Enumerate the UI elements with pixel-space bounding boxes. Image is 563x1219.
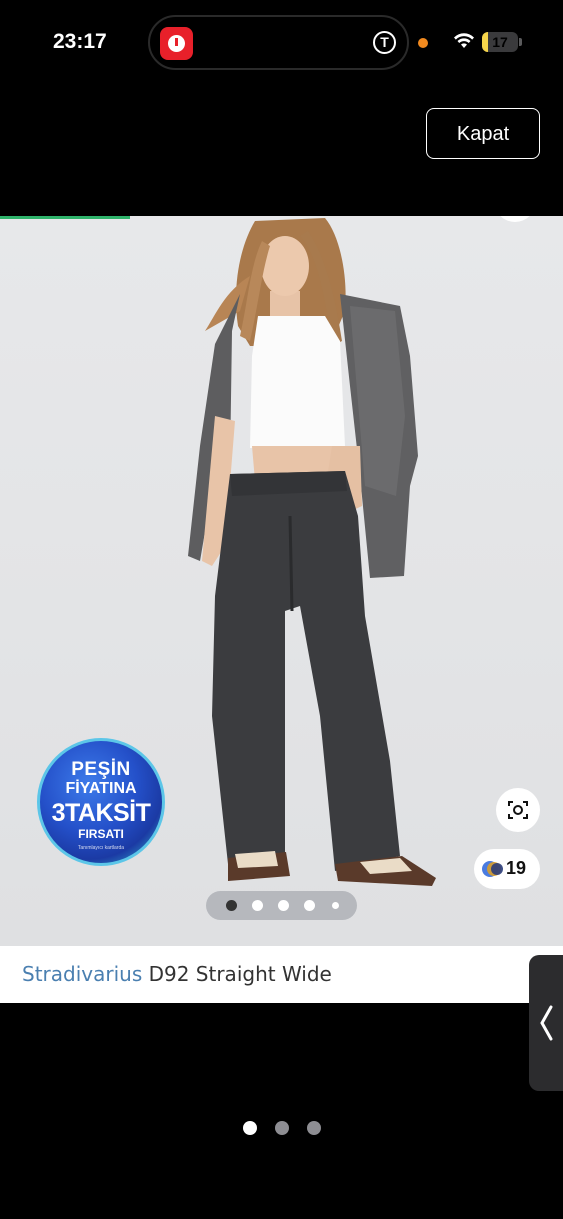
- page-dot[interactable]: [307, 1121, 321, 1135]
- side-drawer-handle[interactable]: [529, 955, 563, 1091]
- badge-line-3: 3TAKSİT: [51, 799, 151, 827]
- badge-line-1: PEŞİN: [71, 759, 131, 780]
- image-dot[interactable]: [252, 900, 263, 911]
- page-dot[interactable]: [243, 1121, 257, 1135]
- close-button[interactable]: Kapat: [426, 108, 540, 159]
- image-pager[interactable]: [206, 891, 357, 920]
- product-card[interactable]: PEŞİN FİYATINA 3TAKSİT FIRSATI Tanımlayı…: [0, 216, 563, 1003]
- orange-dot-icon: [418, 38, 428, 48]
- image-dot[interactable]: [332, 902, 339, 909]
- color-count: 19: [506, 858, 527, 878]
- battery-level: 17: [492, 34, 508, 50]
- battery-cap: [519, 38, 522, 46]
- status-time: 23:17: [53, 30, 107, 53]
- product-name: D92 Straight Wide: [148, 962, 332, 986]
- product-image[interactable]: PEŞİN FİYATINA 3TAKSİT FIRSATI Tanımlayı…: [0, 216, 563, 946]
- page-dot[interactable]: [275, 1121, 289, 1135]
- product-title-bar[interactable]: Stradivarius D92 Straight Wide: [0, 946, 563, 1003]
- scan-icon: [508, 801, 528, 819]
- wifi-icon: [454, 33, 474, 48]
- image-dot[interactable]: [304, 900, 315, 911]
- battery-icon: 17: [482, 32, 518, 52]
- visual-search-button[interactable]: [496, 788, 540, 832]
- promo-badge[interactable]: PEŞİN FİYATINA 3TAKSİT FIRSATI Tanımlayı…: [37, 738, 165, 866]
- color-options-button[interactable]: 19: [474, 849, 540, 889]
- badge-line-5: Tanımlayıcı kartlarda: [77, 845, 125, 851]
- dynamic-island[interactable]: T: [148, 15, 409, 70]
- image-dot[interactable]: [278, 900, 289, 911]
- badge-line-2: FİYATINA: [65, 780, 137, 797]
- chevron-left-icon: [540, 1005, 553, 1041]
- color-swatches-icon: [482, 861, 503, 877]
- product-title[interactable]: Stradivarius D92 Straight Wide: [22, 962, 332, 986]
- timer-app-icon[interactable]: [160, 27, 193, 60]
- image-dot[interactable]: [226, 900, 237, 911]
- brand-name[interactable]: Stradivarius: [22, 962, 142, 986]
- island-indicator: T: [373, 31, 396, 54]
- badge-line-4: FIRSATI: [78, 827, 124, 841]
